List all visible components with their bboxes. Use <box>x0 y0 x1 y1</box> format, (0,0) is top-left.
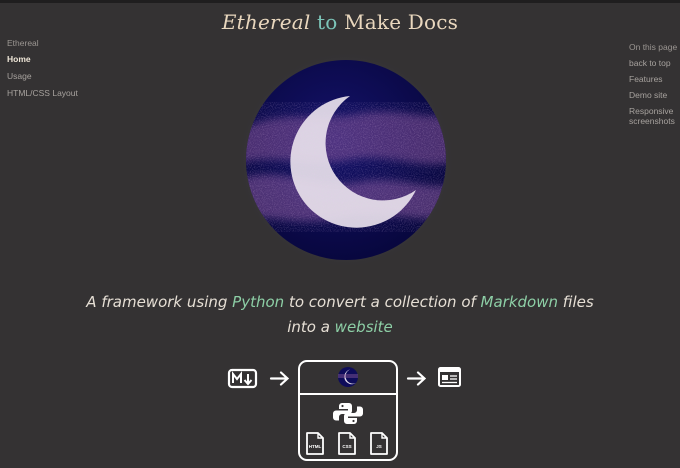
sidebar-item-usage[interactable]: Usage <box>7 71 78 81</box>
left-sidebar: Ethereal Home Usage HTML/CSS Layout <box>7 38 78 105</box>
toc-item-features[interactable]: Features <box>629 74 679 84</box>
html-file-label: HTML <box>309 444 322 449</box>
html-file-icon: HTML <box>306 432 324 455</box>
toc-item-responsive-screenshots[interactable]: Responsive screenshots <box>629 106 679 126</box>
hero-moon-logo <box>238 52 454 268</box>
tagline: A framework using Python to convert a co… <box>60 290 620 340</box>
sidebar-item-home[interactable]: Home <box>7 54 78 64</box>
tagline-line-2: into a website <box>287 318 393 336</box>
python-icon <box>333 403 363 424</box>
title-brand: Ethereal <box>221 10 311 34</box>
js-file-label: JS <box>376 444 382 449</box>
python-highlight: Python <box>232 293 285 311</box>
js-file-icon: JS <box>370 432 388 455</box>
arrow-right-icon <box>406 371 427 386</box>
arrow-right-icon <box>269 371 290 386</box>
sidebar-item-html-css-layout[interactable]: HTML/CSS Layout <box>7 88 78 98</box>
tagline-line-1: A framework using Python to convert a co… <box>86 293 594 311</box>
toc-item-back-to-top[interactable]: back to top <box>629 58 679 68</box>
markdown-highlight: Markdown <box>480 293 559 311</box>
toc-item-demo-site[interactable]: Demo site <box>629 90 679 100</box>
title-connector: to <box>310 10 345 34</box>
top-bar <box>0 0 680 3</box>
toc-heading: On this page <box>629 42 678 52</box>
sidebar-heading[interactable]: Ethereal <box>7 38 78 48</box>
table-of-contents: On this page back to top Features Demo s… <box>629 42 679 132</box>
css-file-icon: CSS <box>338 432 356 455</box>
title-rest: Make Docs <box>344 10 459 34</box>
ethereal-logo-icon <box>338 367 358 387</box>
markdown-icon <box>227 368 258 389</box>
page-title: Ethereal to Make Docs <box>0 10 680 34</box>
website-highlight: website <box>334 318 393 336</box>
css-file-label: CSS <box>342 444 351 449</box>
website-icon <box>438 367 461 387</box>
